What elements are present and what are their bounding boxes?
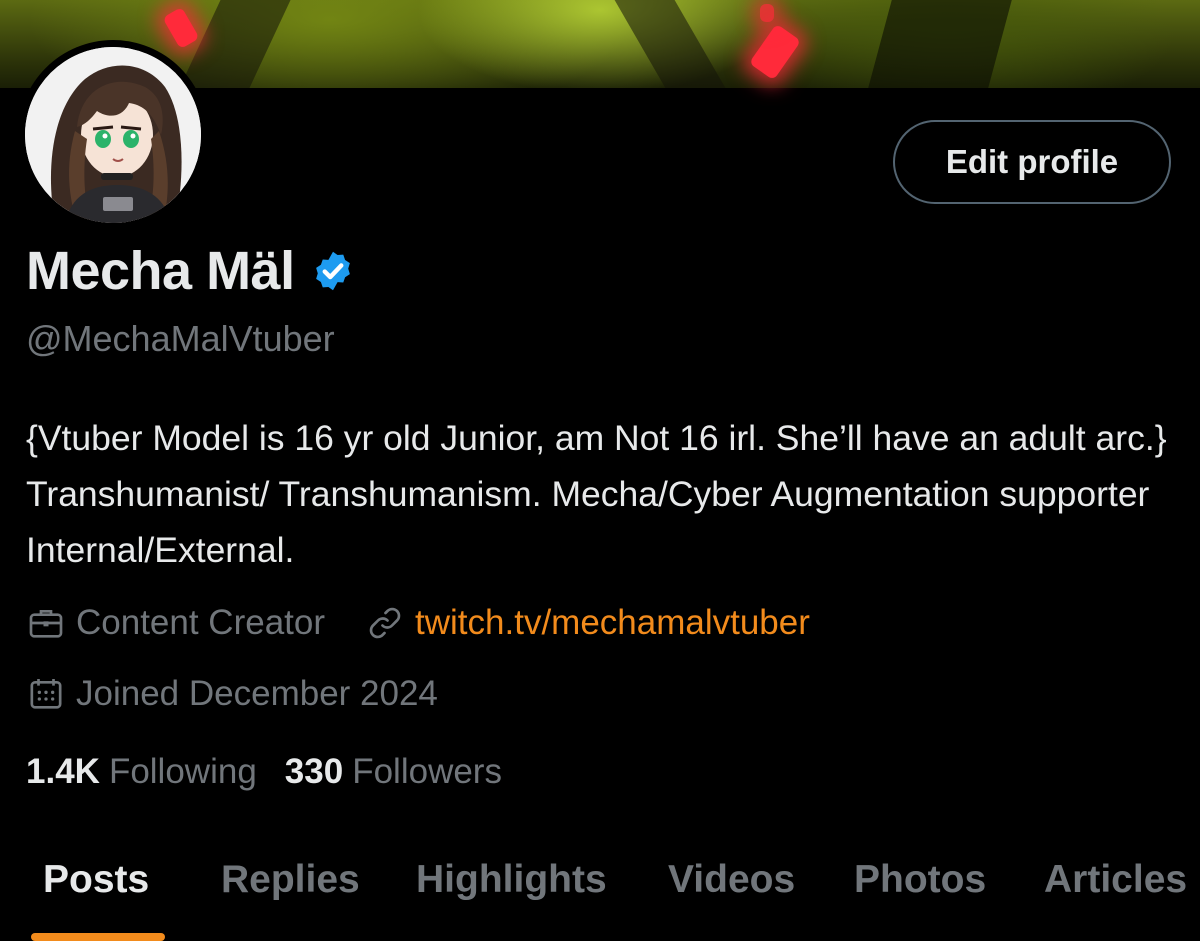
avatar[interactable]: [18, 40, 208, 230]
tab-posts[interactable]: Posts: [43, 858, 149, 902]
edit-profile-button[interactable]: Edit profile: [893, 120, 1171, 204]
category-label: Content Creator: [76, 603, 326, 642]
avatar-image: [25, 47, 201, 223]
followers-label[interactable]: Followers: [352, 752, 502, 792]
banner-red-light: [748, 23, 802, 81]
joined-date: Joined December 2024: [26, 674, 438, 714]
profile-link[interactable]: twitch.tv/mechamalvtuber: [365, 603, 810, 643]
profile-page: Edit profile Mecha Mäl @MechaMalVtuber {…: [0, 0, 1200, 941]
profile-meta-row: Content Creator twitch.tv/mechamalvtuber: [26, 603, 850, 643]
following-count[interactable]: 1.4K: [26, 752, 100, 792]
banner-shadow: [179, 0, 291, 88]
banner-shadow: [614, 0, 726, 88]
tab-highlights[interactable]: Highlights: [416, 858, 607, 902]
tab-replies[interactable]: Replies: [221, 858, 360, 902]
following-label[interactable]: Following: [109, 752, 257, 792]
handle: @MechaMalVtuber: [26, 318, 335, 359]
tab-articles[interactable]: Articles: [1044, 858, 1187, 902]
joined-label: Joined December 2024: [76, 674, 438, 713]
bio: {Vtuber Model is 16 yr old Junior, am No…: [26, 418, 1167, 570]
active-tab-indicator: [31, 933, 165, 941]
display-name: Mecha Mäl: [26, 241, 295, 301]
tab-photos[interactable]: Photos: [854, 858, 986, 902]
banner-shadow: [868, 0, 1012, 88]
followers-count[interactable]: 330: [285, 752, 343, 792]
category: Content Creator: [26, 603, 325, 643]
calendar-icon: [30, 679, 62, 709]
avatar-illustration: [25, 47, 201, 223]
follow-counts: 1.4K Following 330 Followers: [26, 752, 530, 792]
banner-red-light: [162, 6, 200, 50]
banner-red-light: [760, 4, 774, 22]
verified-badge-icon[interactable]: [311, 249, 355, 293]
name-row: Mecha Mäl: [26, 240, 355, 302]
tab-videos[interactable]: Videos: [668, 858, 795, 902]
link-icon: [369, 607, 401, 639]
briefcase-icon: [29, 610, 63, 638]
joined-row: Joined December 2024: [26, 674, 478, 714]
profile-link-text[interactable]: twitch.tv/mechamalvtuber: [415, 603, 810, 643]
profile-tabs: Posts Replies Highlights Videos Photos A…: [0, 840, 1200, 941]
